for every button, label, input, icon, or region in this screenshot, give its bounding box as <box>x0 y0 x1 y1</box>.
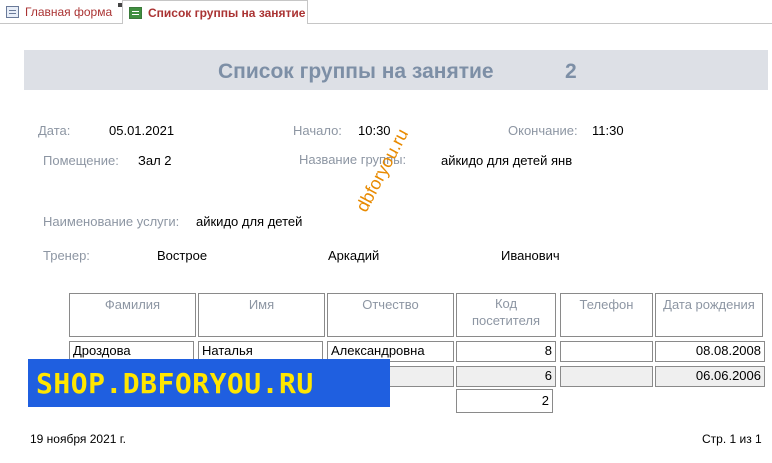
tab-main-form[interactable]: Главная форма <box>0 0 122 24</box>
trainer-first-name: Аркадий <box>328 248 380 263</box>
report-number: 2 <box>565 60 577 83</box>
form-icon <box>6 6 19 18</box>
visitor-count-total: 2 <box>456 389 553 413</box>
tab-group-list-label: Список группы на занятие <box>148 5 306 20</box>
table-cell-birth-date: 08.08.2008 <box>655 341 765 362</box>
watermark-text: dbforyou.ru <box>351 125 413 216</box>
room-value: Зал 2 <box>138 153 172 168</box>
trainer-last-name: Вострое <box>157 248 208 263</box>
table-cell-visitor-code: 6 <box>456 366 556 387</box>
trainer-middle-name: Иванович <box>501 248 560 263</box>
table-cell-phone <box>560 341 653 362</box>
column-header-middle-name: Отчество <box>327 293 454 337</box>
start-label: Начало: <box>293 123 342 138</box>
table-cell-phone <box>560 366 653 387</box>
column-header-last-name: Фамилия <box>69 293 196 337</box>
promo-banner: SHOP.DBFORYOU.RU <box>28 359 390 407</box>
table-cell-birth-date: 06.06.2006 <box>655 366 765 387</box>
service-value: айкидо для детей <box>196 214 303 229</box>
report-title: Список группы на занятие <box>218 60 494 83</box>
end-label: Окончание: <box>508 123 578 138</box>
footer-page-number: Стр. 1 из 1 <box>702 432 762 446</box>
end-value: 11:30 <box>592 123 624 138</box>
footer-date: 19 ноября 2021 г. <box>30 432 126 446</box>
document-tab-bar: Главная форма Список группы на занятие <box>0 0 772 24</box>
tab-group-list[interactable]: Список группы на занятие <box>122 0 308 24</box>
column-header-birth-date: Дата рождения <box>655 293 763 337</box>
report-icon <box>129 6 142 19</box>
start-value: 10:30 <box>358 123 391 138</box>
date-value: 05.01.2021 <box>109 123 175 138</box>
column-header-first-name: Имя <box>198 293 325 337</box>
service-label: Наименование услуги: <box>43 214 180 229</box>
column-header-phone: Телефон <box>560 293 653 337</box>
column-header-visitor-code: Код посетителя <box>456 293 556 337</box>
table-cell-visitor-code: 8 <box>456 341 556 362</box>
group-value: айкидо для детей янв <box>441 153 573 168</box>
room-label: Помещение: <box>43 153 119 168</box>
tab-main-form-label: Главная форма <box>25 5 113 19</box>
date-label: Дата: <box>38 123 71 138</box>
trainer-label: Тренер: <box>43 248 90 263</box>
